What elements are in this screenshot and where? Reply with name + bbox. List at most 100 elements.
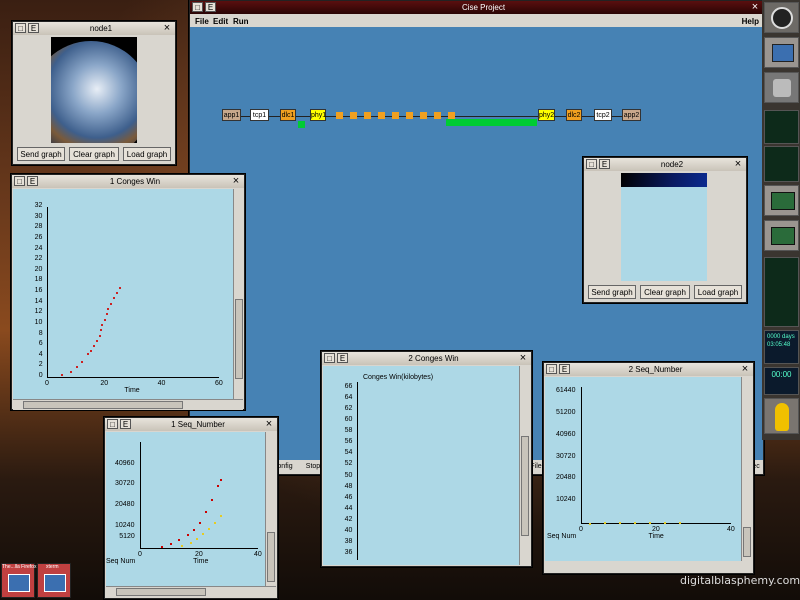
titlebar[interactable]: □ E 1 Conges Win ×: [12, 175, 244, 188]
menu-file[interactable]: File: [195, 17, 209, 26]
close-icon[interactable]: ×: [749, 1, 761, 14]
close-icon[interactable]: ×: [732, 158, 744, 171]
titlebar[interactable]: □ E 2 Seq_Number ×: [544, 363, 753, 376]
taskbar-item-xterm[interactable]: xterm: [37, 563, 71, 598]
load-graph-button[interactable]: Load graph: [694, 285, 742, 299]
node-dlc2[interactable]: dlc2: [566, 109, 582, 121]
dock-logo-icon[interactable]: [764, 2, 799, 33]
y-tick-label: 64: [344, 393, 353, 401]
node1-titlebar[interactable]: □ E node1 ×: [13, 22, 175, 35]
node-phy1[interactable]: phy1: [310, 109, 326, 121]
horizontal-scrollbar[interactable]: [106, 586, 276, 597]
data-point: [216, 484, 219, 487]
vertical-scrollbar[interactable]: [741, 377, 752, 561]
horizontal-scrollbar[interactable]: [13, 399, 243, 410]
packet-orange: [378, 112, 385, 119]
data-point: [187, 533, 190, 536]
data-point: [648, 522, 651, 525]
node-app1[interactable]: app1: [222, 109, 241, 121]
e-button[interactable]: E: [28, 23, 39, 33]
node2-titlebar[interactable]: □ E node2 ×: [584, 158, 746, 171]
send-graph-button[interactable]: Send graph: [588, 285, 636, 299]
conges-win-2-window: □ E 2 Conges Win × Conges Win(kilobytes)…: [321, 351, 532, 567]
window-title: 2 Seq_Number: [628, 365, 683, 374]
main-titlebar[interactable]: □ E Cise Project ×: [190, 1, 763, 14]
vertical-scrollbar[interactable]: [233, 189, 244, 399]
seq-number-2-window: □ E 2 Seq_Number × 10240 20480 30720 40960 5…: [543, 362, 754, 574]
data-point: [199, 521, 201, 524]
x-tick-label: 20: [100, 380, 109, 387]
packet-orange: [434, 112, 441, 119]
taskbar-item-firefox[interactable]: The...lla Firefox: [1, 563, 36, 598]
node-tcp2[interactable]: tcp2: [594, 109, 612, 121]
vertical-scrollbar[interactable]: [519, 366, 530, 565]
send-graph-button[interactable]: Send graph: [17, 147, 65, 161]
chart-area: Conges Win(kilobytes) 36 38 40 42 44 46 48 50 52…: [323, 366, 519, 565]
data-point: [201, 532, 204, 535]
y-tick-label: 52: [344, 460, 353, 468]
close-icon[interactable]: ×: [517, 352, 529, 365]
window-menu-icon[interactable]: □: [15, 23, 26, 33]
terminal-icon[interactable]: [764, 185, 799, 216]
node-app2[interactable]: app2: [622, 109, 641, 121]
y-tick-label: 30720: [115, 480, 135, 488]
y-tick-label: 40: [344, 527, 353, 535]
e-button[interactable]: E: [559, 364, 570, 374]
y-tick-label: 44: [344, 504, 353, 512]
close-icon[interactable]: ×: [161, 22, 173, 35]
titlebar[interactable]: □ E 1 Seq_Number ×: [105, 418, 277, 431]
y-axis: [581, 387, 582, 523]
window-menu-icon[interactable]: □: [586, 159, 597, 169]
stop-button[interactable]: Stop: [304, 461, 322, 472]
data-point: [87, 353, 90, 356]
menubar: [190, 14, 763, 27]
data-point: [90, 350, 92, 353]
close-icon[interactable]: ×: [230, 175, 242, 188]
e-button[interactable]: E: [27, 176, 38, 186]
e-button[interactable]: E: [205, 2, 216, 12]
node-tcp1[interactable]: tcp1: [250, 109, 269, 121]
window-title: node1: [89, 24, 113, 33]
data-point: [193, 528, 196, 531]
y-axis-label: Seq Num: [106, 558, 136, 565]
node-phy2[interactable]: phy2: [538, 109, 555, 121]
x-tick-label: 40: [157, 380, 166, 387]
help-icon[interactable]: [764, 398, 799, 434]
window-menu-icon[interactable]: □: [324, 353, 335, 363]
y-tick-label: 54: [344, 449, 353, 457]
close-icon[interactable]: ×: [263, 418, 275, 431]
y-tick-label: 42: [344, 516, 353, 524]
terminal2-icon[interactable]: [764, 220, 799, 251]
data-point: [219, 478, 222, 481]
y-tick-label: 0: [38, 372, 43, 379]
y-tick-label: 48: [344, 482, 353, 490]
node-dlc1[interactable]: dlc1: [280, 109, 296, 121]
window-menu-icon[interactable]: □: [192, 2, 203, 12]
load-graph-button[interactable]: Load graph: [123, 147, 171, 161]
window-title: 1 Conges Win: [109, 177, 161, 186]
window-menu-icon[interactable]: □: [107, 419, 118, 429]
node1-window: □ E node1 × Send graph Clear graph Load …: [12, 21, 176, 165]
tools-icon[interactable]: [764, 72, 799, 103]
data-point: [107, 307, 110, 310]
y-axis: [140, 442, 141, 548]
e-button[interactable]: E: [120, 419, 131, 429]
e-button[interactable]: E: [599, 159, 610, 169]
titlebar[interactable]: □ E 2 Conges Win ×: [322, 352, 531, 365]
clear-graph-button[interactable]: Clear graph: [640, 285, 690, 299]
data-point: [663, 522, 666, 525]
uptime-display: 0000 days 03:05:48: [764, 330, 799, 364]
y-axis: [47, 207, 48, 377]
window-menu-icon[interactable]: □: [546, 364, 557, 374]
close-icon[interactable]: ×: [739, 363, 751, 376]
e-button[interactable]: E: [337, 353, 348, 363]
vertical-scrollbar[interactable]: [265, 432, 276, 586]
monitor-icon[interactable]: [764, 37, 799, 68]
data-point: [105, 313, 108, 316]
menu-edit[interactable]: Edit: [213, 17, 228, 26]
window-menu-icon[interactable]: □: [14, 176, 25, 186]
data-point: [69, 370, 72, 373]
clear-graph-button[interactable]: Clear graph: [69, 147, 119, 161]
menu-help[interactable]: Help: [742, 17, 759, 26]
menu-run[interactable]: Run: [233, 17, 249, 26]
